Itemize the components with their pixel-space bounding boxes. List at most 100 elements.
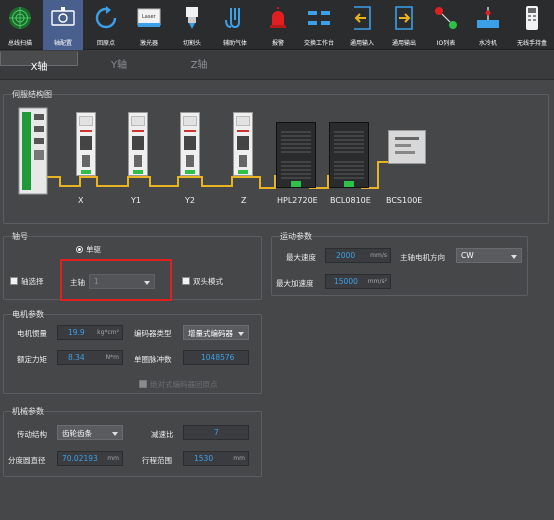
toolbar-label: 报警 <box>271 40 284 47</box>
reduction-ratio-input[interactable]: 7 <box>183 425 249 440</box>
rated-torque-input[interactable]: 8.34 N*m <box>57 350 123 365</box>
pitch-diameter-input[interactable]: 70.02193 mm <box>57 451 123 466</box>
toolbar-general-input[interactable]: 通用输入 <box>342 0 382 50</box>
dual-head-checkbox[interactable] <box>182 277 190 285</box>
toolbar-label: 切割头 <box>182 40 201 47</box>
tab-z-axis[interactable]: Z轴 <box>160 51 238 80</box>
top-toolbar: 总线扫描 轴配置 回原点 Laser 激光器 切割头 辅助气体 报警 交换工作台… <box>0 0 554 50</box>
toolbar-laser[interactable]: Laser 激光器 <box>129 0 169 50</box>
toolbar-exchange-table[interactable]: 交换工作台 <box>297 0 341 50</box>
motor-inertia-value: 19.9 <box>68 328 85 337</box>
pitch-diameter-value: 70.02193 <box>62 454 98 463</box>
axis-select-checkbox[interactable] <box>10 277 18 285</box>
axis-tabbar: X轴 Y轴 Z轴 <box>0 51 554 80</box>
water-cooler-icon <box>477 7 499 28</box>
cutting-head-icon <box>186 7 198 29</box>
dual-head-label: 双头模式 <box>193 277 223 286</box>
chevron-down-icon <box>238 332 244 336</box>
toolbar-label: 回原点 <box>96 40 115 47</box>
motor-inertia-unit: kg*cm² <box>97 329 119 336</box>
io-module-bcs100e <box>388 130 426 164</box>
toolbar-bus-scan[interactable]: 总线扫描 <box>0 0 40 50</box>
motor-inertia-input[interactable]: 19.9 kg*cm² <box>57 325 123 340</box>
max-speed-value: 2000 <box>336 251 356 260</box>
reduction-ratio-label: 减速比 <box>151 430 174 439</box>
toolbar-label: 通用输出 <box>391 40 416 47</box>
io-module-hpl2720e <box>276 122 316 188</box>
servo-drive-x <box>76 112 96 176</box>
max-speed-input[interactable]: 2000 mm/s <box>325 248 391 263</box>
toolbar-home[interactable]: 回原点 <box>86 0 126 50</box>
toolbar-label: 无线手持盒 <box>516 40 547 47</box>
encoder-type-select[interactable]: 增量式编码器 <box>183 325 249 340</box>
home-icon <box>95 6 117 29</box>
device-label-z: Z <box>241 196 247 205</box>
spindle-direction-value: CW <box>461 251 474 260</box>
reduction-ratio-value: 7 <box>214 428 219 437</box>
max-speed-label: 最大速度 <box>286 253 316 262</box>
spindle-direction-select[interactable]: CW <box>456 248 522 263</box>
encoder-type-label: 编码器类型 <box>134 329 172 338</box>
max-accel-input[interactable]: 15000 mm/s² <box>325 274 391 289</box>
max-accel-value: 15000 <box>334 277 358 286</box>
axis-panel-title: 轴号 <box>12 232 28 241</box>
toolbar-label: 总线扫描 <box>7 40 32 47</box>
tab-y-axis[interactable]: Y轴 <box>80 51 158 80</box>
servo-drive-z <box>233 112 253 176</box>
device-label-bcs100e: BCS100E <box>386 196 423 205</box>
single-drive-label: 单驱 <box>86 245 101 254</box>
rated-torque-unit: N*m <box>105 354 119 361</box>
axis-config-icon <box>51 7 75 26</box>
servo-drive-y2 <box>180 112 200 176</box>
transmission-label: 传动结构 <box>17 430 47 439</box>
exchange-table-icon <box>308 11 330 25</box>
chevron-down-icon <box>511 255 517 259</box>
device-label-x: X <box>78 196 84 205</box>
abs-encoder-home-checkbox[interactable] <box>139 380 147 388</box>
toolbar-axis-config[interactable]: 轴配置 <box>43 0 83 50</box>
single-drive-radio[interactable] <box>76 246 83 253</box>
servo-diagram <box>18 107 390 195</box>
max-accel-label: 最大加速度 <box>276 279 314 288</box>
input-icon <box>354 6 371 30</box>
toolbar-general-output[interactable]: 通用输出 <box>384 0 424 50</box>
encoder-type-value: 增量式编码器 <box>188 329 233 338</box>
rated-torque-value: 8.34 <box>68 353 85 362</box>
controller-module <box>18 107 48 195</box>
transmission-value: 齿轮齿条 <box>62 429 92 438</box>
toolbar-alarm[interactable]: 报警 <box>258 0 298 50</box>
transmission-select[interactable]: 齿轮齿条 <box>57 425 123 440</box>
io-list-icon <box>435 7 457 29</box>
pulses-per-rev-label: 单圈脉冲数 <box>134 355 172 364</box>
device-label-y1: Y1 <box>131 196 141 205</box>
toolbar-label: 激光器 <box>139 40 158 47</box>
servo-drive-y1 <box>128 112 148 176</box>
wireless-handheld-icon <box>526 6 538 30</box>
toolbar-label: 通用输入 <box>349 40 374 47</box>
pitch-diameter-label: 分度圆直径 <box>8 456 46 465</box>
travel-range-value: 1530 <box>194 454 214 463</box>
toolbar-io-list[interactable]: IO列表 <box>426 0 466 50</box>
mech-panel <box>3 411 262 477</box>
toolbar-cutting-head[interactable]: 切割头 <box>172 0 212 50</box>
spindle-direction-label: 主轴电机方向 <box>400 253 445 262</box>
motor-inertia-label: 电机惯量 <box>17 329 47 338</box>
output-icon <box>395 6 413 30</box>
device-label-hpl2720e: HPL2720E <box>277 196 318 205</box>
motor-panel-title: 电机参数 <box>12 310 44 319</box>
abs-encoder-home-label: 绝对式编码器回原点 <box>150 380 218 389</box>
toolbar-assist-gas[interactable]: 辅助气体 <box>215 0 255 50</box>
toolbar-wireless-handheld[interactable]: 无线手持盒 <box>510 0 554 50</box>
travel-range-input[interactable]: 1530 mm <box>183 451 249 466</box>
mech-panel-title: 机械参数 <box>12 407 44 416</box>
travel-range-label: 行程范围 <box>142 456 172 465</box>
toolbar-label: 辅助气体 <box>222 40 247 47</box>
tab-x-axis[interactable]: X轴 <box>0 51 78 73</box>
max-speed-unit: mm/s <box>370 252 387 259</box>
main-content: 伺服结构图 X Y1 Y2 Z HPL2720E BCL0810E BCS100… <box>0 80 554 520</box>
pulses-per-rev-input[interactable]: 1048576 <box>183 350 249 365</box>
toolbar-label: 水冷机 <box>478 40 497 47</box>
servo-panel-title: 伺服结构图 <box>12 90 52 99</box>
toolbar-water-cooler[interactable]: 水冷机 <box>468 0 508 50</box>
gas-icon <box>225 8 240 29</box>
